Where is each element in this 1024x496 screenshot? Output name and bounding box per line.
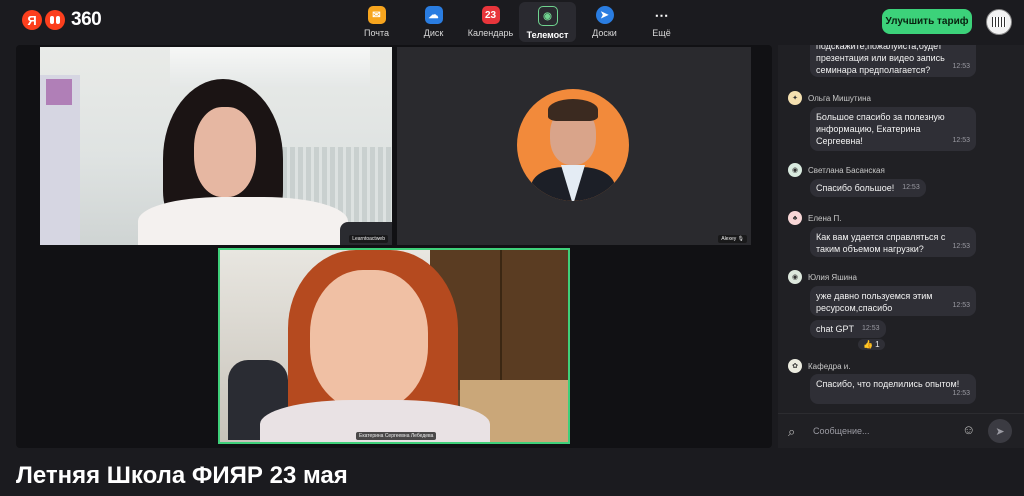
app-telemost[interactable]: ◉ Телемост [519, 2, 576, 42]
logo-text: 360 [71, 9, 102, 30]
disk-icon: ☁ [424, 6, 443, 24]
calendar-picture [46, 79, 72, 105]
participant-face [310, 270, 428, 410]
send-button[interactable]: ➤ [988, 419, 1012, 443]
app-calendar[interactable]: 23 Календарь [462, 2, 519, 42]
message-author: ◉ Светлана Басанская [788, 163, 885, 177]
app-switcher: ✉ Почта ☁ Диск 23 Календарь ◉ Телемост ➤… [348, 2, 690, 42]
message-time: 12:53 [902, 183, 920, 191]
message-text: Спасибо большое! [816, 182, 895, 193]
message-text: уже давно пользуемся этим ресурсом,спаси… [816, 291, 933, 313]
author-name: Кафедра и. [808, 361, 851, 371]
more-icon: ⋯ [654, 6, 669, 23]
message-text: Как вам удается справляться с таким объе… [816, 232, 946, 254]
page-title: Летняя Школа ФИЯР 23 мая [16, 462, 348, 489]
message-time: 12:53 [952, 63, 970, 70]
author-avatar: ✿ [788, 359, 802, 373]
author-avatar: ◉ [788, 163, 802, 177]
message-text: chat GPT [816, 323, 855, 334]
message-text: Спасибо, что поделились опытом! [816, 379, 960, 389]
author-avatar: ♣ [788, 211, 802, 225]
participant-name-tag: Екатерина Сергеевна Лебедева [356, 432, 437, 440]
message-author: ◉ Юлия Яшина [788, 270, 857, 284]
chat-message: Как вам удается справляться с таким объе… [810, 227, 976, 257]
chat-message: Спасибо, что поделились опытом! 12:53 [810, 374, 976, 404]
360-logo-icon [45, 10, 65, 30]
app-boards[interactable]: ➤ Доски [576, 2, 633, 42]
participant-tile-1[interactable]: Learntoactweb [40, 47, 392, 245]
calendar-icon: 23 [481, 6, 500, 24]
chat-message: chat GPT 12:53 [810, 320, 886, 338]
boards-icon: ➤ [595, 6, 614, 24]
chat-message: Большое спасибо за полезную информацию, … [810, 107, 976, 151]
author-name: Ольга Мишутина [808, 93, 871, 103]
message-author: ✿ Кафедра и. [788, 359, 850, 373]
participant-name-tag: Learntoactweb [349, 235, 388, 243]
app-label: Почта [364, 28, 389, 38]
participant-face [194, 107, 256, 197]
app-disk[interactable]: ☁ Диск [405, 2, 462, 42]
author-avatar: ◉ [788, 270, 802, 284]
chat-messages[interactable]: подскажите,пожалуйста,будет презентация … [778, 45, 1024, 413]
barcode-icon [992, 17, 1006, 27]
participant-name-tag: Alexey 🎙 [718, 235, 747, 243]
chat-panel: подскажите,пожалуйста,будет презентация … [778, 45, 1024, 448]
participant-name: Alexey [721, 236, 737, 242]
app-label: Доски [592, 28, 617, 38]
message-time: 12:53 [952, 302, 970, 309]
participant-tile-2[interactable]: Alexey 🎙 [397, 47, 751, 245]
message-author: ♣ Елена П. [788, 211, 842, 225]
yandex-logo-icon: Я [22, 10, 42, 30]
top-bar: Я 360 ✉ Почта ☁ Диск 23 Календарь ◉ Теле… [0, 0, 1024, 44]
wall-calendar [40, 75, 80, 245]
app-label: Календарь [467, 28, 514, 38]
message-time: 12:53 [862, 324, 880, 332]
message-author: ✦ Ольга Мишутина [788, 91, 871, 105]
author-name: Елена П. [808, 213, 842, 223]
participant-avatar [517, 89, 629, 201]
app-more[interactable]: ⋯ Ещё [633, 2, 690, 42]
app-mail[interactable]: ✉ Почта [348, 2, 405, 42]
chat-input-bar: ⌕ Сообщение... ☺ ➤ [778, 413, 1024, 449]
user-avatar[interactable] [986, 9, 1012, 35]
app-label: Ещё [652, 28, 671, 38]
participant-body [138, 197, 348, 245]
message-text: подскажите,пожалуйста,будет презентация … [816, 45, 945, 75]
message-time: 12:53 [952, 390, 970, 397]
attach-icon[interactable]: ⌕ [788, 424, 795, 440]
message-reaction[interactable]: 👍 1 [858, 339, 885, 350]
message-time: 12:53 [952, 137, 970, 144]
mail-icon: ✉ [367, 6, 386, 24]
author-name: Светлана Басанская [808, 165, 885, 175]
chat-message: подскажите,пожалуйста,будет презентация … [810, 45, 976, 77]
message-time: 12:53 [952, 243, 970, 250]
avatar-hair [548, 99, 598, 121]
chat-message: Спасибо большое! 12:53 [810, 179, 926, 197]
emoji-icon[interactable]: ☺ [962, 422, 975, 437]
author-avatar: ✦ [788, 91, 802, 105]
author-name: Юлия Яшина [808, 272, 857, 282]
upgrade-plan-button[interactable]: Улучшить тариф [882, 9, 972, 34]
participant-tile-active-speaker[interactable]: Екатерина Сергеевна Лебедева [218, 248, 570, 444]
message-text: Большое спасибо за полезную информацию, … [816, 112, 945, 146]
app-label: Телемост [526, 30, 569, 40]
telemost-icon: ◉ [537, 6, 558, 26]
chat-message: уже давно пользуемся этим ресурсом,спаси… [810, 286, 976, 316]
ceiling-lights [170, 47, 370, 87]
yandex-360-logo[interactable]: Я 360 [22, 9, 102, 31]
muted-mic-icon: 🎙 [737, 236, 744, 242]
app-label: Диск [423, 28, 444, 38]
message-input[interactable]: Сообщение... [813, 426, 869, 436]
